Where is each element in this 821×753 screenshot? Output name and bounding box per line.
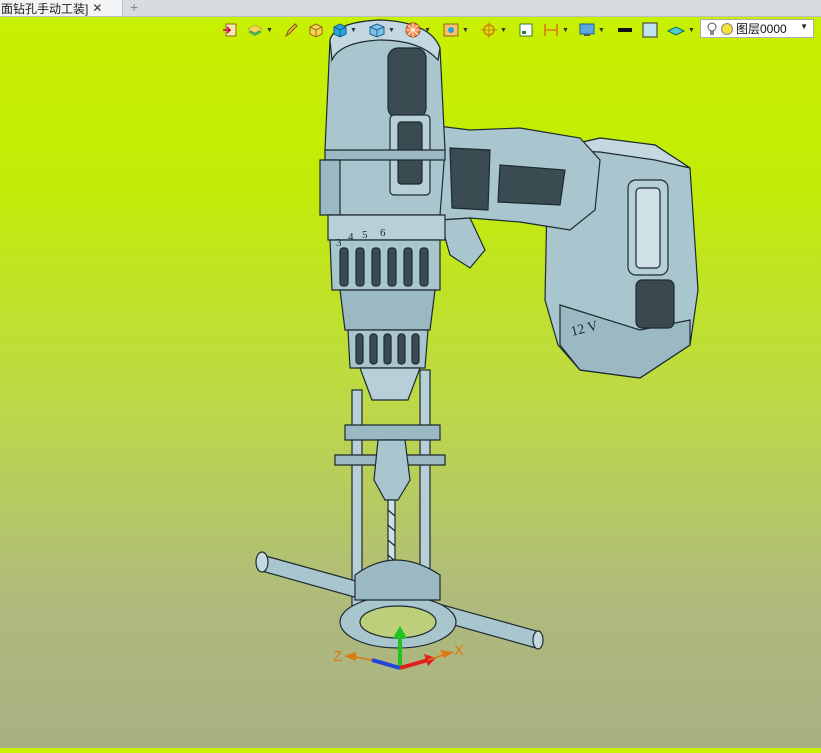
dimension-button[interactable]: ▼ (542, 20, 569, 40)
frame-button[interactable] (518, 20, 534, 40)
layer-name: 图层0000 (736, 22, 787, 36)
close-icon[interactable]: ✕ (92, 0, 102, 16)
render-mode-icon (405, 22, 421, 38)
exit-sketch-icon (223, 23, 237, 37)
line-color-icon (618, 28, 632, 32)
part-color-button[interactable] (308, 20, 324, 40)
light-bulb-icon (707, 22, 717, 35)
display-button[interactable]: ▼ (578, 20, 605, 40)
exit-sketch-button[interactable] (222, 20, 238, 40)
document-tab-bar: 面钻孔手动工装] ✕ + (0, 0, 821, 17)
clutch-number: 4 (348, 231, 354, 243)
dimension-icon (544, 24, 558, 36)
z-axis-label: Z (333, 648, 342, 665)
snap-button[interactable]: ▼ (480, 20, 507, 40)
line-color-button[interactable] (616, 20, 634, 40)
material-icon (666, 26, 686, 36)
document-tab[interactable]: 面钻孔手动工装] ✕ (0, 0, 123, 16)
guide-rod-right (419, 369, 431, 591)
frame-icon (519, 23, 533, 37)
clutch-ring (327, 214, 446, 241)
part-color-icon (309, 23, 323, 38)
display-icon (579, 23, 595, 36)
layer-manager-button[interactable]: ▼ (246, 20, 273, 40)
3d-viewport[interactable]: 3 4 5 6 12 V X Z (0, 17, 821, 748)
clutch-number: 5 (362, 229, 368, 241)
snap-icon (481, 22, 497, 38)
chuck (339, 289, 436, 331)
pencil-button[interactable] (284, 20, 298, 40)
render-mode-button[interactable]: ▼ (404, 20, 431, 40)
x-axis-label: X (454, 642, 464, 659)
pencil-icon (284, 23, 298, 38)
section-view-button[interactable]: ▼ (442, 20, 469, 40)
view-cube-icon (369, 23, 385, 38)
clutch-number: 3 (336, 237, 342, 249)
layer-dropdown[interactable]: 图层0000 ▼ (700, 19, 814, 38)
view-cube-button[interactable]: ▼ (368, 20, 395, 40)
material-button[interactable]: ▼ (666, 20, 695, 40)
keyed-chuck (373, 439, 411, 501)
solid-box-icon (333, 23, 347, 38)
solid-box-button[interactable]: ▼ (332, 20, 357, 40)
chevron-down-icon[interactable]: ▼ (800, 22, 808, 31)
layer-color-dot (721, 22, 733, 35)
drill-model[interactable]: 3 4 5 6 12 V X Z (0, 17, 821, 748)
add-tab-icon[interactable]: + (130, 0, 138, 14)
clutch-number: 6 (380, 227, 386, 239)
document-tab-title: 面钻孔手动工装] (1, 1, 89, 16)
section-view-icon (443, 23, 459, 37)
layer-manager-icon (247, 24, 263, 36)
fill-color-icon (642, 22, 658, 38)
fill-color-button[interactable] (642, 20, 658, 40)
